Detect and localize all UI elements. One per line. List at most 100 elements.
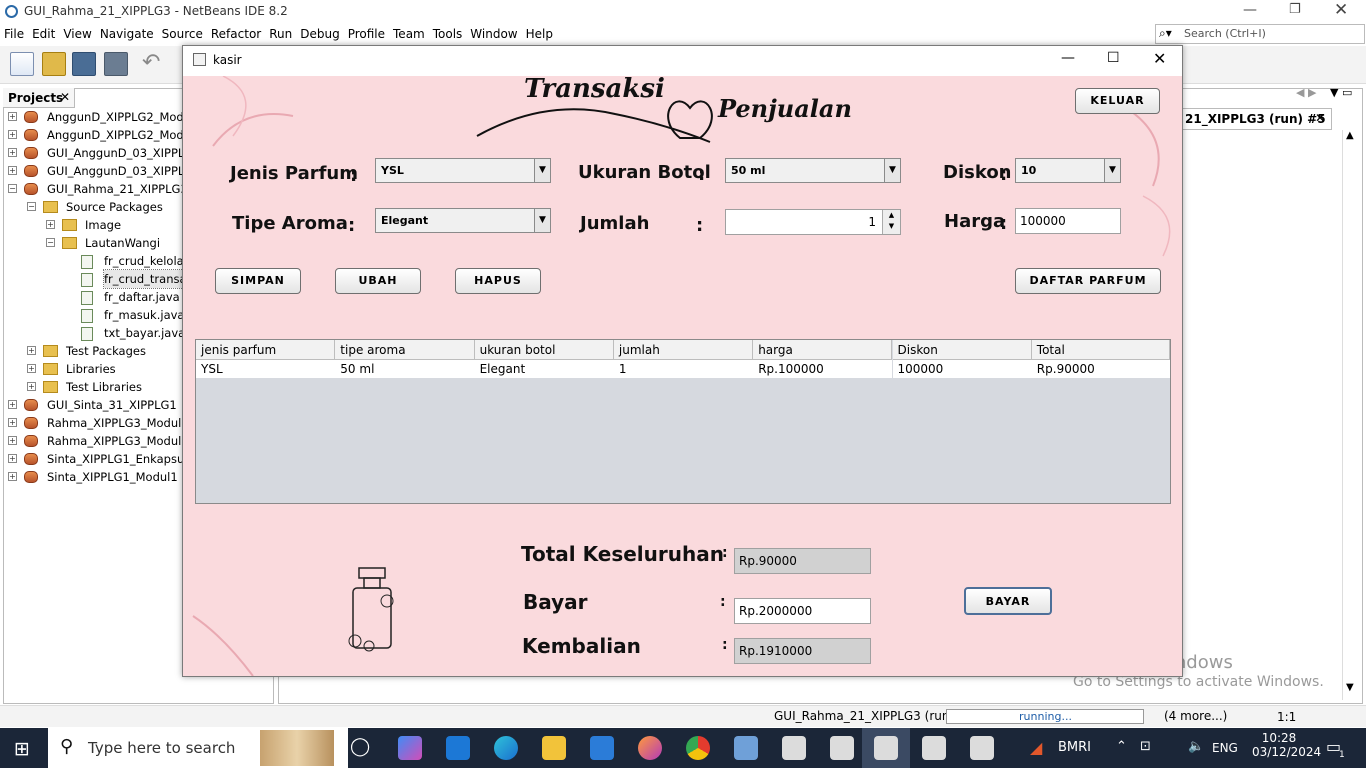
- expand-toggle-icon[interactable]: +: [8, 148, 17, 157]
- scroll-down-icon[interactable]: ▼: [1346, 682, 1354, 693]
- scroll-up-icon[interactable]: ▲: [1346, 130, 1354, 141]
- maximize-icon[interactable]: ☐: [1107, 50, 1120, 66]
- expand-toggle-icon[interactable]: −: [8, 184, 17, 193]
- kembalian-value: Rp.1910000: [739, 644, 813, 658]
- expand-toggle-icon[interactable]: +: [8, 418, 17, 427]
- menu-debug[interactable]: Debug: [296, 24, 343, 41]
- expand-toggle-icon[interactable]: −: [27, 202, 36, 211]
- virtualbox-icon[interactable]: [734, 736, 758, 760]
- table-row[interactable]: YSL 50 ml Elegant 1 Rp.100000 100000 Rp.90000: [196, 340, 1170, 378]
- chevron-down-icon[interactable]: ▼: [534, 159, 550, 182]
- restore-icon[interactable]: ❐: [1289, 2, 1301, 17]
- menu-profile[interactable]: Profile: [344, 24, 389, 41]
- cursor-position: 1:1: [1277, 710, 1297, 724]
- expand-toggle-icon[interactable]: +: [27, 364, 36, 373]
- expand-toggle-icon[interactable]: +: [8, 400, 17, 409]
- java-icon[interactable]: [782, 736, 806, 760]
- save-all-icon[interactable]: [104, 52, 128, 76]
- new-file-icon[interactable]: [10, 52, 34, 76]
- project-icon: [24, 165, 38, 177]
- jumlah-spinner[interactable]: 1 ▲ ▼: [725, 209, 901, 235]
- projects-tab[interactable]: Projects ✕: [3, 88, 75, 108]
- menu-tools[interactable]: Tools: [429, 24, 467, 41]
- keluar-button[interactable]: KELUAR: [1075, 88, 1160, 114]
- close-icon[interactable]: ✕: [1153, 49, 1166, 68]
- copilot-icon[interactable]: [398, 736, 422, 760]
- tray-volume-icon[interactable]: 🔈: [1188, 739, 1204, 754]
- firefox-icon[interactable]: [638, 736, 662, 760]
- menu-window[interactable]: Window: [466, 24, 521, 41]
- transaction-table[interactable]: jenis parfum tipe aroma ukuran botol jumlah…: [195, 339, 1171, 504]
- menu-edit[interactable]: Edit: [28, 24, 59, 41]
- bayar-button[interactable]: BAYAR: [964, 587, 1052, 615]
- java-icon[interactable]: [874, 736, 898, 760]
- spinner-arrows-icon[interactable]: ▲ ▼: [882, 210, 900, 234]
- new-project-icon[interactable]: [42, 52, 66, 76]
- close-icon[interactable]: ✕: [1334, 0, 1348, 20]
- expand-toggle-icon[interactable]: +: [27, 382, 36, 391]
- expand-toggle-icon[interactable]: +: [8, 112, 17, 121]
- menu-file[interactable]: File: [0, 24, 28, 41]
- tipe-aroma-combo[interactable]: Elegant ▼: [375, 208, 551, 233]
- language-indicator[interactable]: ENG: [1212, 741, 1238, 755]
- windows-start-icon[interactable]: ⊞: [14, 738, 30, 760]
- ide-title-bar: GUI_Rahma_21_XIPPLG3 - NetBeans IDE 8.2 …: [0, 0, 1366, 24]
- dropdown-icon[interactable]: ▼ ▭: [1330, 86, 1352, 99]
- kasir-title: kasir: [213, 53, 242, 67]
- mail-icon[interactable]: [446, 736, 470, 760]
- tray-network-icon[interactable]: ⊡: [1140, 739, 1151, 754]
- simpan-button[interactable]: SIMPAN: [215, 268, 301, 294]
- edge-icon[interactable]: [494, 736, 518, 760]
- expand-toggle-icon[interactable]: +: [8, 130, 17, 139]
- java-icon[interactable]: [970, 736, 994, 760]
- output-tab[interactable]: 21_XIPPLG3 (run) #5 ✕: [1182, 108, 1332, 130]
- jenis-parfum-combo[interactable]: YSL ▼: [375, 158, 551, 183]
- chevron-down-icon[interactable]: ▼: [534, 209, 550, 232]
- expand-toggle-icon[interactable]: +: [46, 220, 55, 229]
- harga-field[interactable]: 100000: [1015, 208, 1121, 234]
- close-tab-icon[interactable]: ✕: [60, 90, 70, 104]
- stock-icon[interactable]: ◢: [1030, 738, 1042, 757]
- menu-navigate[interactable]: Navigate: [96, 24, 158, 41]
- expand-toggle-icon[interactable]: +: [8, 166, 17, 175]
- expand-toggle-icon[interactable]: +: [27, 346, 36, 355]
- menu-source[interactable]: Source: [158, 24, 207, 41]
- project-icon: [24, 111, 38, 123]
- task-view-icon[interactable]: ◯: [350, 736, 370, 757]
- expand-toggle-icon[interactable]: +: [8, 472, 17, 481]
- expand-toggle-icon[interactable]: +: [8, 454, 17, 463]
- chevron-down-icon[interactable]: ▼: [1104, 159, 1120, 182]
- expand-toggle-icon[interactable]: +: [8, 436, 17, 445]
- daftar-parfum-button[interactable]: DAFTAR PARFUM: [1015, 268, 1161, 294]
- menu-team[interactable]: Team: [389, 24, 429, 41]
- editor-scrollbar[interactable]: ▲ ▼: [1342, 130, 1358, 700]
- diskon-combo[interactable]: 10 ▼: [1015, 158, 1121, 183]
- clock[interactable]: 10:28 03/12/2024: [1252, 731, 1321, 759]
- minimize-icon[interactable]: —: [1061, 50, 1075, 66]
- close-tab-icon[interactable]: ✕: [1315, 111, 1325, 125]
- more-tasks[interactable]: (4 more...): [1164, 709, 1227, 723]
- chevron-down-icon[interactable]: ▼: [884, 159, 900, 182]
- hapus-button[interactable]: HAPUS: [455, 268, 541, 294]
- stock-ticker[interactable]: BMRI: [1058, 740, 1091, 755]
- menu-view[interactable]: View: [59, 24, 95, 41]
- store-icon[interactable]: [590, 736, 614, 760]
- open-project-icon[interactable]: [72, 52, 96, 76]
- file-explorer-icon[interactable]: [542, 736, 566, 760]
- tray-chevron-icon[interactable]: ⌃: [1116, 739, 1127, 754]
- java-icon[interactable]: [830, 736, 854, 760]
- undo-icon[interactable]: ↶: [142, 50, 160, 75]
- menu-run[interactable]: Run: [265, 24, 296, 41]
- scroll-left-icon[interactable]: ◀ ▶: [1296, 86, 1316, 99]
- ide-search-field[interactable]: ⌕▾ Search (Ctrl+I): [1155, 24, 1365, 44]
- expand-toggle-icon[interactable]: −: [46, 238, 55, 247]
- table-cell: 100000: [892, 360, 1032, 378]
- minimize-icon[interactable]: —: [1243, 2, 1257, 18]
- ubah-button[interactable]: UBAH: [335, 268, 421, 294]
- menu-help[interactable]: Help: [522, 24, 557, 41]
- bayar-field[interactable]: Rp.2000000: [734, 598, 871, 624]
- java-icon[interactable]: [922, 736, 946, 760]
- menu-refactor[interactable]: Refactor: [207, 24, 265, 41]
- ukuran-botol-combo[interactable]: 50 ml ▼: [725, 158, 901, 183]
- chrome-icon[interactable]: [686, 736, 710, 760]
